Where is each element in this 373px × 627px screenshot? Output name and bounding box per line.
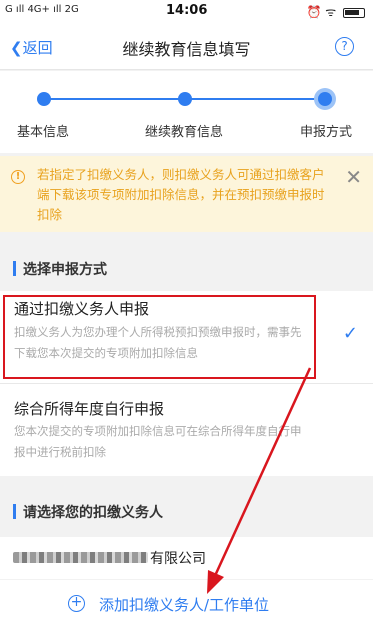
section-title: 请选择您的扣缴义务人 xyxy=(23,505,163,521)
warning-icon: ! xyxy=(11,170,25,184)
signal-indicators: G ıll 4G+ ıll 2G xyxy=(5,4,79,15)
section-accent-bar xyxy=(13,504,16,519)
step-progress: 基本信息 继续教育信息 申报方式 xyxy=(0,71,373,153)
step-dot-basic-info xyxy=(37,92,51,106)
check-icon: ✓ xyxy=(342,323,358,344)
withholder-item[interactable]: 有限公司 xyxy=(0,537,373,579)
alarm-wifi-icons: ⏰ ᯤ xyxy=(306,5,337,19)
step-label-basic-info: 基本信息 xyxy=(17,125,70,140)
status-icons: ⏰ ᯤ xyxy=(306,3,365,20)
step-connector xyxy=(44,98,184,100)
status-time: 14:06 xyxy=(166,3,208,18)
section-accent-bar xyxy=(13,261,16,276)
notice-banner: ! 若指定了扣缴义务人，则扣缴义务人可通过扣缴客户端下载该项专项附加扣除信息，并… xyxy=(0,156,373,232)
section-header-withholder: 请选择您的扣缴义务人 xyxy=(0,490,373,532)
option-description: 您本次提交的专项附加扣除信息可在综合所得年度自行申报中进行税前扣除 xyxy=(14,424,302,459)
redacted-company-name xyxy=(13,552,148,563)
company-name-suffix: 有限公司 xyxy=(150,551,206,567)
section-header-method: 选择申报方式 xyxy=(0,247,373,289)
step-dot-declaration-method xyxy=(314,88,336,110)
step-label-declaration-method: 申报方式 xyxy=(300,125,353,140)
page-title: 继续教育信息填写 xyxy=(122,40,251,59)
annotation-highlight-box xyxy=(3,295,316,379)
nav-bar: ❮返回 继续教育信息填写 ? xyxy=(0,24,373,70)
battery-icon xyxy=(343,7,365,18)
help-icon[interactable]: ? xyxy=(335,37,354,56)
add-circle-icon: + xyxy=(68,595,85,612)
section-title: 选择申报方式 xyxy=(23,262,107,278)
close-icon[interactable]: ✕ xyxy=(345,165,362,189)
step-dot-education-info xyxy=(178,92,192,106)
option-title: 综合所得年度自行申报 xyxy=(14,400,165,418)
step-connector xyxy=(184,98,324,100)
option-annual-self-declaration[interactable]: 综合所得年度自行申报 您本次提交的专项附加扣除信息可在综合所得年度自行申报中进行… xyxy=(0,384,373,476)
add-withholder-label: 添加扣缴义务人/工作单位 xyxy=(99,596,270,614)
add-withholder-button[interactable]: + 添加扣缴义务人/工作单位 xyxy=(0,580,373,627)
step-label-education-info: 继续教育信息 xyxy=(145,125,224,140)
status-bar: G ıll 4G+ ıll 2G 14:06 ⏰ ᯤ xyxy=(0,0,373,24)
notice-text: 若指定了扣缴义务人，则扣缴义务人可通过扣缴客户端下载该项专项附加扣除信息，并在预… xyxy=(37,167,325,222)
